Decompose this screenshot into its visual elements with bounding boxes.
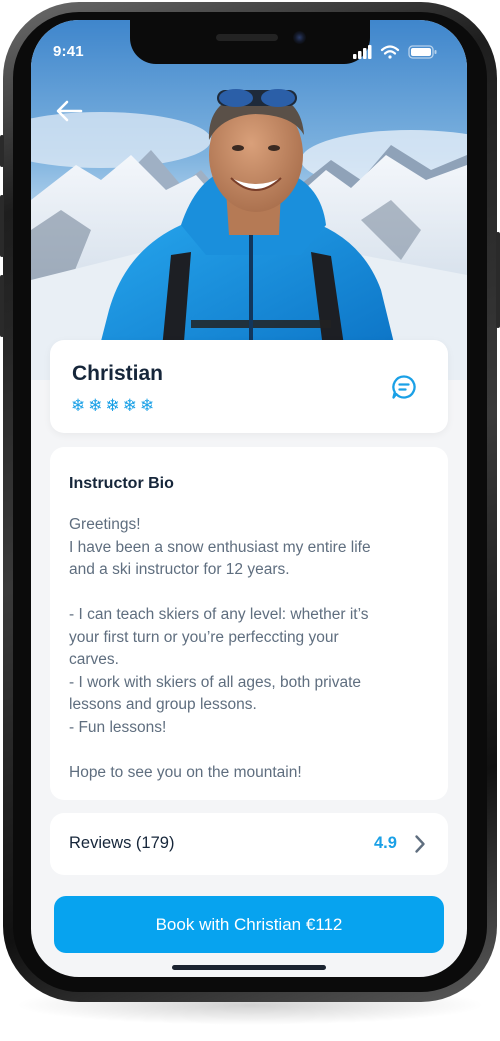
bio-line: - I work with skiers of all ages, both p… <box>69 673 362 691</box>
snowflake-icon: ❄ <box>122 396 137 416</box>
wifi-icon <box>380 45 400 59</box>
volume-up-button <box>0 195 4 257</box>
instructor-name: Christian <box>72 362 164 385</box>
bio-line: and a ski instructor for 12 years. <box>69 561 290 578</box>
bio-line: - I can teach skiers of any level: wheth… <box>69 606 369 623</box>
status-icons <box>353 44 449 60</box>
bio-card: Instructor Bio Greetings! I have been a s… <box>50 447 448 800</box>
rating-snowflakes: ❄ ❄ ❄ ❄ ❄ <box>71 395 154 417</box>
instructor-photo <box>31 20 467 380</box>
instructor-header-card: Christian ❄ ❄ ❄ ❄ ❄ <box>50 340 448 433</box>
bio-line: Hope to see you on the mountain! <box>69 763 302 781</box>
snowflake-icon: ❄ <box>140 396 155 416</box>
chat-bubble-icon <box>392 375 416 399</box>
status-time: 9:41 <box>53 43 84 60</box>
reviews-label: Reviews (179) <box>69 834 175 852</box>
bio-line: - Fun lessons! <box>69 718 167 736</box>
home-indicator[interactable] <box>172 965 326 970</box>
bio-line: carves. <box>69 651 119 668</box>
reviews-row[interactable]: Reviews (179) 4.9 <box>50 813 448 875</box>
device-notch <box>130 20 370 64</box>
bio-text: Greetings! I have been a snow enthusiast … <box>69 514 431 784</box>
volume-down-button <box>0 275 4 337</box>
snowflake-icon: ❄ <box>88 396 103 416</box>
battery-icon <box>408 45 437 59</box>
front-camera <box>293 31 306 44</box>
signal-icon <box>353 45 372 59</box>
bio-line: Greetings! <box>69 516 141 533</box>
bio-line <box>69 582 431 605</box>
bio-line: your first turn or you’re perfeccting yo… <box>69 628 339 646</box>
back-button[interactable] <box>53 96 89 126</box>
bio-line <box>69 739 431 762</box>
earpiece-speaker <box>216 34 278 41</box>
silent-switch <box>0 135 4 167</box>
back-arrow-icon <box>56 100 83 122</box>
power-button <box>496 232 500 328</box>
app-screen: 9:41 Christian ❄ ❄ ❄ ❄ ❄ Instructor Bio … <box>31 20 467 977</box>
bio-line: I have been a snow enthusiast my entire … <box>69 538 371 556</box>
bio-line: lessons and group lessons. <box>69 696 257 713</box>
book-button[interactable]: Book with Christian €112 <box>54 896 444 953</box>
reviews-score: 4.9 <box>374 834 397 852</box>
snowflake-icon: ❄ <box>71 396 86 416</box>
message-button[interactable] <box>390 373 418 401</box>
chevron-right-icon <box>414 834 426 854</box>
snowflake-icon: ❄ <box>105 396 120 416</box>
bio-title: Instructor Bio <box>69 475 174 492</box>
